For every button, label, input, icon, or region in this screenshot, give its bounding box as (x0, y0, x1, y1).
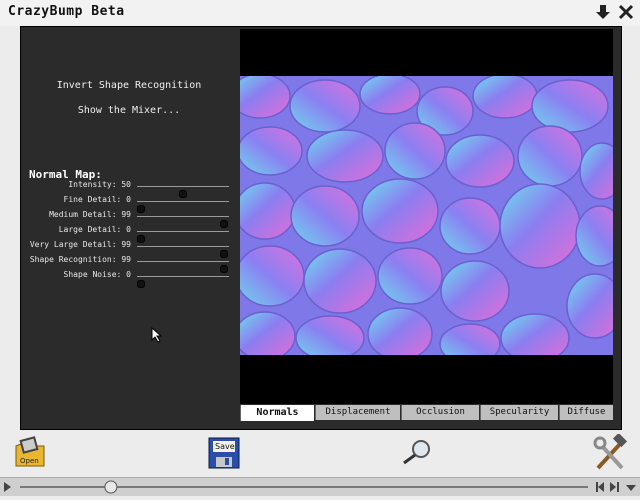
slider-shape-recognition: Shape Recognition: 99 (21, 254, 237, 273)
save-button[interactable]: Save (208, 437, 240, 469)
slider-track[interactable] (137, 186, 229, 198)
slider-shape-noise: Shape Noise: 0 (21, 269, 237, 288)
slider-medium-detail: Medium Detail: 99 (21, 209, 237, 228)
slider-label: Intensity: 50 (68, 180, 131, 189)
slider-track[interactable] (137, 216, 229, 228)
mouse-cursor-icon (151, 327, 163, 343)
open-button[interactable]: Open (12, 436, 48, 470)
scrollbar-graphic (4, 480, 636, 494)
slider-track[interactable] (137, 231, 229, 243)
timeline-scrollbar[interactable] (0, 477, 640, 496)
play-icon[interactable] (4, 482, 11, 492)
magnifier-icon[interactable] (400, 438, 434, 466)
normal-map-preview[interactable] (240, 76, 613, 355)
title-bar: CrazyBump Beta (0, 0, 640, 26)
slider-label: Large Detail: 0 (58, 225, 131, 234)
settings-panel: Invert Shape Recognition Show the Mixer.… (21, 27, 237, 427)
slider-track[interactable] (137, 261, 229, 273)
download-arrow-icon[interactable] (594, 3, 612, 21)
step-forward-icon[interactable] (610, 482, 619, 492)
slider-label: Shape Noise: 0 (63, 270, 131, 279)
slider-very-large-detail: Very Large Detail: 99 (21, 239, 237, 258)
slider-label: Medium Detail: 99 (49, 210, 131, 219)
slider-fine-detail: Fine Detail: 0 (21, 194, 237, 213)
close-icon[interactable] (617, 3, 635, 21)
slider-label: Very Large Detail: 99 (29, 240, 131, 249)
tab-normals[interactable]: Normals (240, 405, 314, 421)
tools-icon[interactable] (592, 434, 628, 472)
open-label: Open (20, 457, 39, 465)
step-back-icon[interactable] (596, 482, 604, 492)
slider-track[interactable] (137, 201, 229, 213)
invert-shape-recognition-button[interactable]: Invert Shape Recognition (21, 80, 237, 91)
tab-diffuse[interactable]: Diffuse (559, 405, 613, 420)
tab-occlusion[interactable]: Occlusion (401, 405, 479, 420)
dropdown-arrow-icon[interactable] (626, 485, 636, 491)
slider-track[interactable] (137, 276, 229, 288)
window-title: CrazyBump Beta (8, 4, 125, 19)
tab-specularity[interactable]: Specularity (480, 405, 558, 420)
view-tabs: Normals Displacement Occlusion Speculari… (240, 405, 613, 421)
slider-intensity: Intensity: 50 (21, 179, 237, 198)
slider-label: Shape Recognition: 99 (29, 255, 131, 264)
show-mixer-button[interactable]: Show the Mixer... (21, 105, 237, 116)
slider-label: Fine Detail: 0 (63, 195, 131, 204)
slider-large-detail: Large Detail: 0 (21, 224, 237, 243)
slider-thumb[interactable] (137, 280, 145, 288)
save-label: Save (215, 442, 235, 451)
slider-track[interactable] (137, 246, 229, 258)
scrollbar-thumb[interactable] (104, 480, 118, 494)
pebbles-normal-map-image (240, 76, 613, 355)
tab-displacement[interactable]: Displacement (315, 405, 400, 420)
